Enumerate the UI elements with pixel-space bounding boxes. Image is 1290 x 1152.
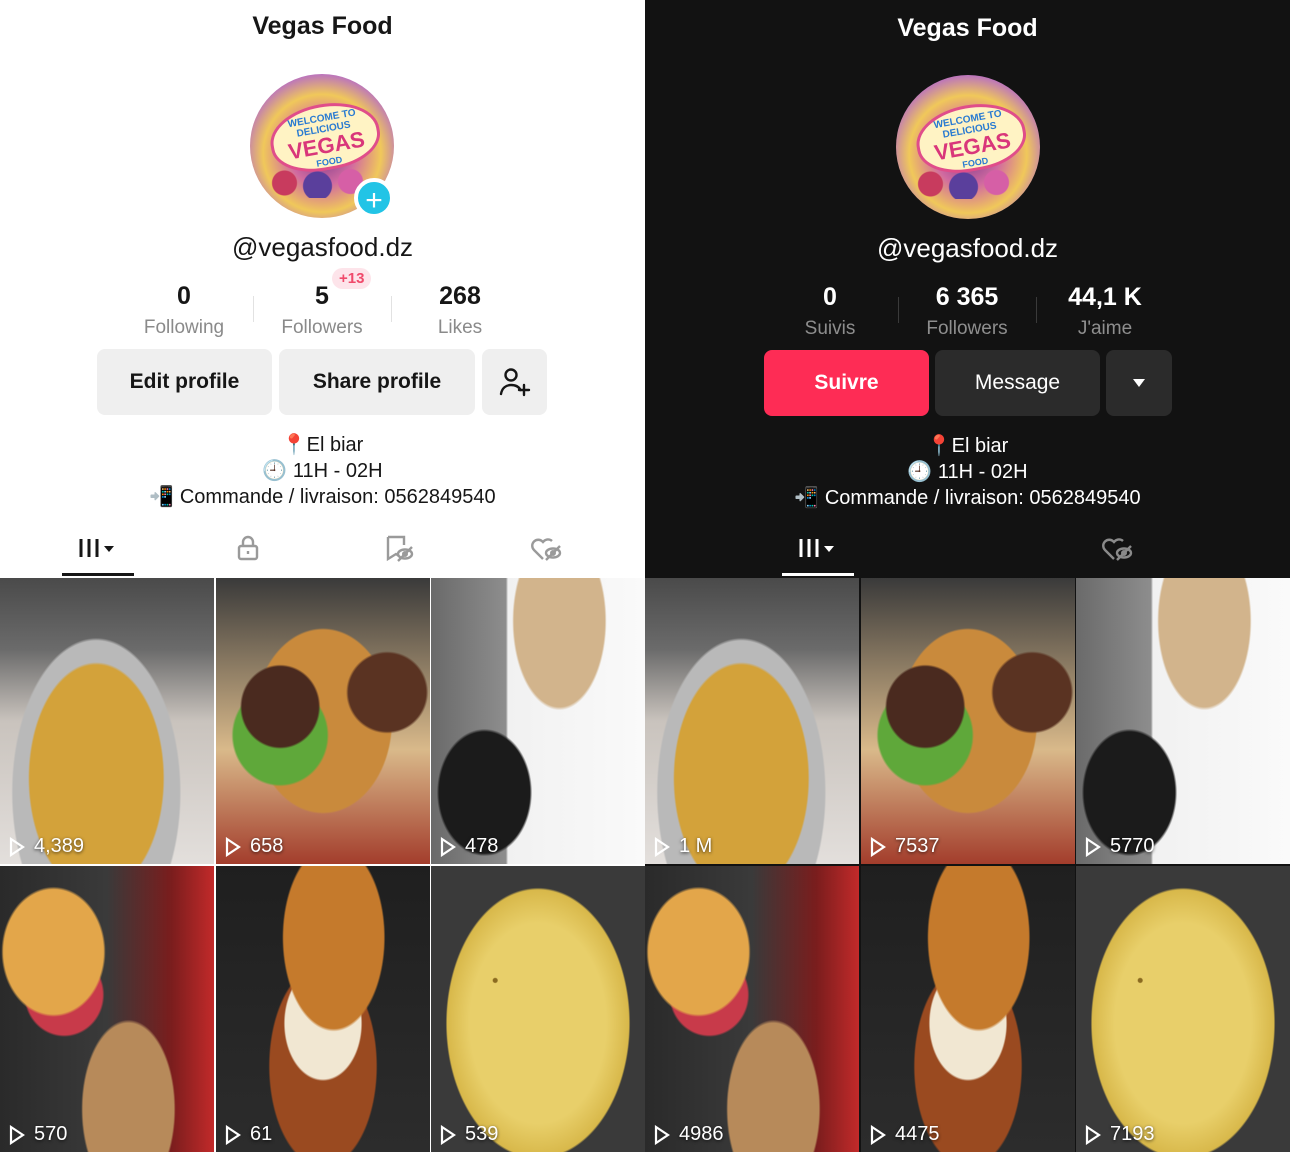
play-icon (440, 836, 456, 857)
view-count: 7537 (895, 835, 940, 857)
username: @vegasfood.dz (231, 232, 414, 262)
heart-hidden-icon (531, 538, 562, 561)
video-thumbnail[interactable]: 478 (431, 578, 645, 864)
stat-likes[interactable]: 268 Likes (390, 282, 530, 339)
view-count: 7193 (1110, 1123, 1155, 1145)
view-count: 4,389 (34, 835, 85, 857)
play-icon (1085, 836, 1101, 857)
play-icon (654, 836, 670, 857)
tab-videos[interactable] (782, 528, 854, 568)
profile-title: Vegas Food (252, 12, 393, 40)
view-count: 5770 (1110, 835, 1155, 857)
follow-button[interactable]: Suivre (764, 350, 929, 416)
stat-following[interactable]: 0 Suivis (760, 283, 900, 340)
active-tab-indicator (782, 573, 854, 576)
play-icon (1085, 1124, 1101, 1145)
grid-icon (799, 539, 834, 557)
profile-title: Vegas Food (897, 14, 1038, 42)
bio: 📍El biar 🕘 11H - 02H 📲 Commande / livrai… (149, 434, 496, 508)
avatar-logo: WELCOME TO DELICIOUS VEGAS FOOD (911, 95, 1031, 181)
video-thumbnail[interactable]: 61 (216, 866, 430, 1152)
bio: 📍El biar 🕘 11H - 02H 📲 Commande / livrai… (794, 435, 1141, 509)
new-followers-badge: +13 (332, 268, 372, 289)
avatar-logo: WELCOME TO DELICIOUS VEGAS FOOD (265, 94, 385, 180)
tab-saved[interactable] (372, 528, 424, 568)
edit-profile-button[interactable]: Edit profile (97, 349, 272, 415)
tab-liked[interactable] (1091, 528, 1143, 568)
avatar[interactable]: WELCOME TO DELICIOUS VEGAS FOOD (896, 75, 1040, 219)
view-count: 478 (465, 835, 499, 857)
heart-hidden-icon (1102, 538, 1133, 561)
video-thumbnail[interactable]: 5770 (1076, 578, 1290, 864)
play-icon (870, 836, 886, 857)
more-options-button[interactable] (1106, 350, 1172, 416)
bookmark-hidden-icon (386, 535, 414, 562)
stat-following[interactable]: 0 Following (114, 282, 254, 339)
lock-icon (237, 535, 259, 561)
view-count: 658 (250, 835, 284, 857)
grid-icon (79, 539, 114, 557)
play-icon (654, 1124, 670, 1145)
play-icon (225, 836, 241, 857)
play-icon (9, 836, 25, 857)
play-icon (225, 1124, 241, 1145)
play-icon (9, 1124, 25, 1145)
video-thumbnail[interactable]: 7537 (861, 578, 1075, 864)
tab-videos[interactable] (62, 528, 134, 568)
stat-followers[interactable]: 6 365 Followers (897, 283, 1037, 340)
share-profile-button[interactable]: Share profile (279, 349, 475, 415)
video-grid: 1 M 7537 5770 4986 4475 7193 (645, 578, 1290, 1152)
video-thumbnail[interactable]: 4,389 (0, 578, 214, 864)
view-count: 4986 (679, 1123, 724, 1145)
video-thumbnail[interactable]: 570 (0, 866, 214, 1152)
profile-tabs (0, 528, 645, 578)
video-thumbnail[interactable]: 539 (431, 866, 645, 1152)
view-count: 61 (250, 1123, 273, 1145)
view-count: 539 (465, 1123, 499, 1145)
add-friend-button[interactable] (482, 349, 547, 415)
video-thumbnail[interactable]: 4986 (645, 866, 859, 1152)
own-profile-panel: Vegas Food WELCOME TO DELICIOUS VEGAS FO… (0, 0, 645, 1152)
add-avatar-icon[interactable]: + (354, 178, 394, 218)
message-button[interactable]: Message (935, 350, 1100, 416)
stat-followers[interactable]: 5 Followers (252, 282, 392, 339)
profile-tabs (645, 528, 1290, 578)
video-grid: 4,389 658 478 570 61 539 (0, 578, 645, 1152)
chevron-down-icon (1133, 379, 1145, 387)
add-person-icon (499, 368, 530, 397)
play-icon (870, 1124, 886, 1145)
play-icon (440, 1124, 456, 1145)
tab-private[interactable] (222, 528, 274, 568)
active-tab-indicator (62, 573, 134, 576)
public-profile-panel: Vegas Food WELCOME TO DELICIOUS VEGAS FO… (645, 0, 1290, 1152)
view-count: 570 (34, 1123, 68, 1145)
video-thumbnail[interactable]: 7193 (1076, 866, 1290, 1152)
view-count: 1 M (679, 835, 713, 857)
video-thumbnail[interactable]: 1 M (645, 578, 859, 864)
video-thumbnail[interactable]: 4475 (861, 866, 1075, 1152)
tab-liked[interactable] (520, 528, 572, 568)
username: @vegasfood.dz (876, 233, 1059, 263)
video-thumbnail[interactable]: 658 (216, 578, 430, 864)
stat-likes[interactable]: 44,1 K J'aime (1035, 283, 1175, 340)
view-count: 4475 (895, 1123, 940, 1145)
